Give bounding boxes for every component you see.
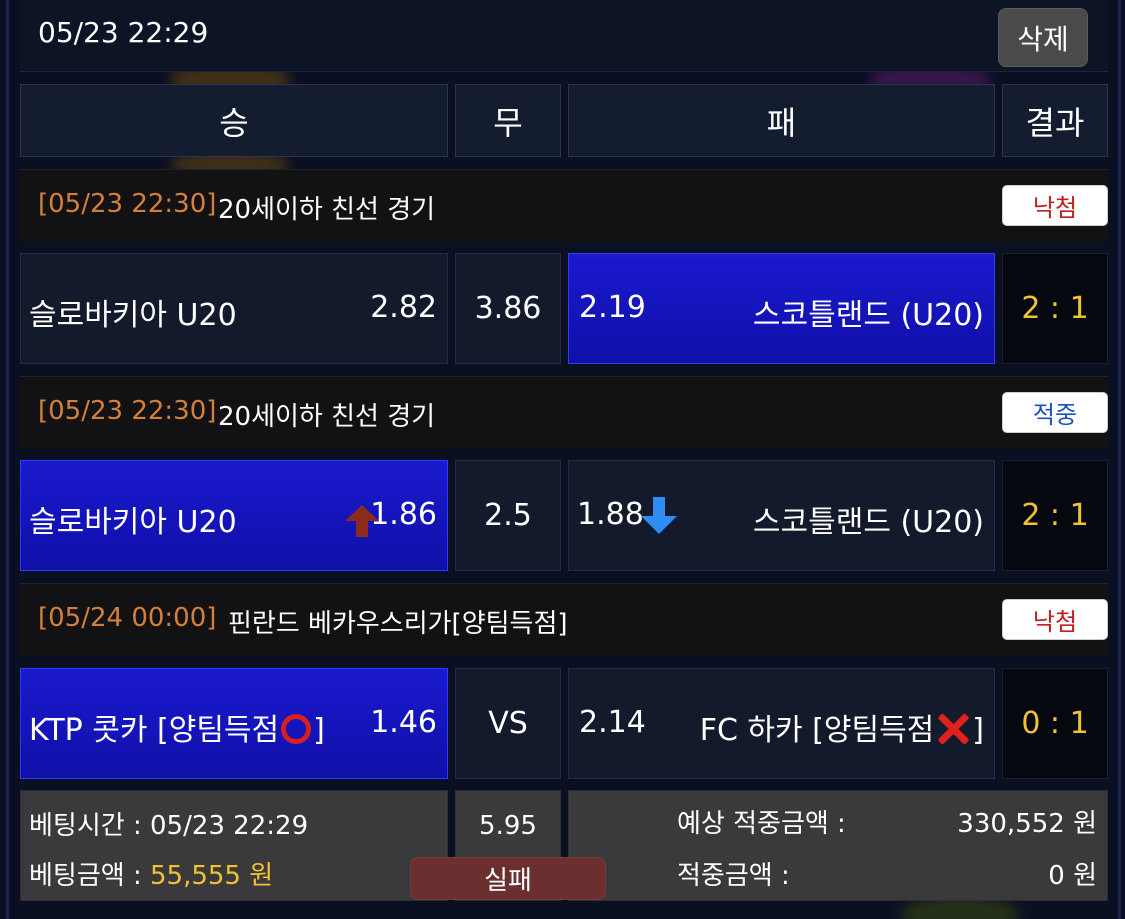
match-header: [05/24 00:00] 핀란드 베카우스리가[양팀득점] 낙첨 xyxy=(20,583,1108,656)
home-odds-cell[interactable]: KTP 콧카 [양팀득점] 1.46 xyxy=(20,668,448,779)
away-odds-cell[interactable]: 1.88 스코틀랜드 (U20) xyxy=(568,460,995,571)
status-badge: 낙첨 xyxy=(1002,185,1108,226)
home-team-name: KTP 콧카 [양팀득점] xyxy=(29,705,325,749)
expected-win-value: 330,552 원 xyxy=(957,809,1097,839)
bet-result-badge: 실패 xyxy=(410,857,606,900)
match-time: [05/24 00:00] xyxy=(38,603,217,633)
home-team-suffix: ] xyxy=(313,713,325,748)
top-bar: 05/23 22:29 삭제 xyxy=(20,0,1108,72)
away-odds: 2.19 xyxy=(579,290,646,325)
home-odds: 1.46 xyxy=(370,705,437,740)
away-team-name: 스코틀랜드 (U20) xyxy=(752,298,984,333)
away-odds-cell[interactable]: 2.14 FC 하카 [양팀득점] xyxy=(568,668,995,779)
cross-icon xyxy=(936,712,970,746)
draw-odds-cell[interactable]: 3.86 xyxy=(455,253,561,364)
bet-amount-row: 베팅금액 : 55,555 원 xyxy=(29,855,273,892)
win-amount-value: 0 원 xyxy=(1048,861,1097,891)
column-header-lose: 패 xyxy=(568,84,995,157)
status-badge: 낙첨 xyxy=(1002,599,1108,640)
draw-odds-cell[interactable]: VS xyxy=(455,668,561,779)
away-team-label: FC 하카 [양팀득점 xyxy=(699,713,935,748)
match-time: [05/23 22:30] xyxy=(38,189,217,219)
away-team-name: 스코틀랜드 (U20) xyxy=(752,505,984,540)
away-odds: 2.14 xyxy=(579,705,646,740)
status-badge: 적중 xyxy=(1002,392,1108,433)
home-team-label: KTP 콧카 [양팀득점 xyxy=(29,713,280,748)
away-team-name: FC 하카 [양팀득점] xyxy=(700,705,984,749)
win-amount-label: 적중금액 : xyxy=(677,861,790,891)
home-odds: 1.86 xyxy=(370,497,437,532)
home-odds-cell[interactable]: 슬로바키아 U20 1.86 xyxy=(20,460,448,571)
away-odds: 1.88 xyxy=(577,497,644,532)
home-odds-cell[interactable]: 슬로바키아 U20 2.82 xyxy=(20,253,448,364)
payout-panel: 예상 적중금액 : 330,552 원 적중금액 : 0 원 xyxy=(568,790,1108,901)
away-odds-cell[interactable]: 2.19 스코틀랜드 (U20) xyxy=(568,253,995,364)
expected-win-label: 예상 적중금액 : xyxy=(677,809,846,839)
column-header-draw: 무 xyxy=(455,84,561,157)
match-score: 0 : 1 xyxy=(1002,668,1108,779)
match-league: 20세이하 친선 경기 xyxy=(218,195,436,225)
match-league: 핀란드 베카우스리가[양팀득점] xyxy=(228,609,568,639)
home-odds: 2.82 xyxy=(370,290,437,325)
match-time: [05/23 22:30] xyxy=(38,396,217,426)
match-header: [05/23 22:30] 20세이하 친선 경기 낙첨 xyxy=(20,169,1108,242)
circle-icon xyxy=(281,713,312,744)
bet-time-value: 05/23 22:29 xyxy=(149,811,309,841)
total-odds: 5.95 xyxy=(479,811,537,841)
column-header-win: 승 xyxy=(20,84,448,157)
match-score: 2 : 1 xyxy=(1002,460,1108,571)
bet-time-row: 베팅시간 : 05/23 22:29 xyxy=(29,805,308,842)
bet-amount-value: 55,555 원 xyxy=(149,861,274,891)
delete-button[interactable]: 삭제 xyxy=(998,8,1088,67)
right-frame-line xyxy=(1118,0,1121,919)
bet-datetime: 05/23 22:29 xyxy=(38,16,209,49)
left-frame-line xyxy=(6,0,9,919)
bet-time-label: 베팅시간 : xyxy=(29,811,150,841)
away-team-suffix: ] xyxy=(972,713,984,748)
column-header-result: 결과 xyxy=(1002,84,1108,157)
bet-info-panel: 베팅시간 : 05/23 22:29 베팅금액 : 55,555 원 xyxy=(20,790,448,901)
home-team-name: 슬로바키아 U20 xyxy=(29,298,237,333)
bet-amount-label: 베팅금액 : xyxy=(29,861,150,891)
match-league: 20세이하 친선 경기 xyxy=(218,402,436,432)
match-score: 2 : 1 xyxy=(1002,253,1108,364)
draw-odds-cell[interactable]: 2.5 xyxy=(455,460,561,571)
match-header: [05/23 22:30] 20세이하 친선 경기 적중 xyxy=(20,376,1108,449)
home-team-name: 슬로바키아 U20 xyxy=(29,505,237,540)
